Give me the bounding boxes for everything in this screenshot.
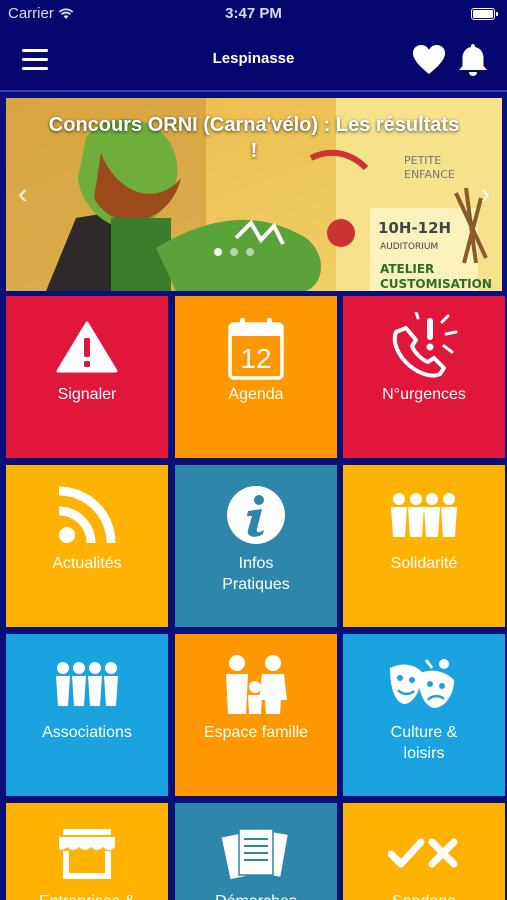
family-icon [226,655,287,714]
tile-culture-loisirs[interactable]: Culture & loisirs [343,634,505,796]
tile-label: Infos Pratiques [181,553,331,595]
tile-urgences[interactable]: N°urgences [343,296,505,458]
carousel-headline[interactable]: Concours ORNI (Carna'vélo) : Les résulta… [46,112,462,164]
carousel-dot[interactable] [214,248,222,256]
tile-infos-pratiques[interactable]: Infos Pratiques [175,465,337,627]
tile-label-line: Culture & [390,724,458,741]
tile-label: Associations [42,724,132,741]
theatre-masks-icon [390,659,454,708]
tile-sondage[interactable]: Sondage [343,803,505,900]
tile-label: N°urgences [382,386,466,403]
check-cross-icon [388,838,458,868]
battery-icon [471,8,498,20]
info-icon [227,486,285,544]
calendar-day-number: 12 [240,343,271,374]
favorites-heart-icon[interactable] [412,44,446,76]
navigation-bar: Lespinasse [0,28,507,92]
carousel-prev-chevron-icon[interactable]: ‹ [18,180,27,208]
svg-text:ATELIER: ATELIER [380,262,434,276]
status-bar: Carrier 3:47 PM [0,0,507,28]
documents-icon [221,827,290,881]
people-icon [391,493,457,537]
tile-label: Démarches [181,891,331,900]
carousel-pagination [214,248,254,256]
hamburger-icon-line [22,67,48,70]
shop-icon [59,829,115,879]
carousel-next-chevron-icon[interactable]: › [481,180,490,208]
svg-text:CUSTOMISATION: CUSTOMISATION [380,277,492,291]
tile-label: Culture & loisirs [349,722,499,764]
tile-solidarite[interactable]: Solidarité [343,465,505,627]
tile-associations[interactable]: Associations [6,634,168,796]
tile-label: Solidarité [390,555,458,572]
notifications-bell-icon[interactable] [455,42,491,78]
tile-label-line: Pratiques [222,576,290,593]
tile-label: Sondage [349,891,499,900]
tile-entreprises[interactable]: Entreprises & [6,803,168,900]
tile-label-line: Infos [238,555,274,572]
svg-text:10H-12H: 10H-12H [378,219,451,237]
svg-text:ENFANCE: ENFANCE [404,168,455,181]
group-icon [56,662,118,706]
tile-label-line: loisirs [403,745,445,762]
tile-espace-famille[interactable]: Espace famille [175,634,337,796]
tile-agenda[interactable]: 12 Agenda [175,296,337,458]
tile-label: Signaler [57,386,117,403]
calendar-icon: 12 [228,318,284,380]
tile-label: Agenda [228,386,284,403]
emergency-phone-icon [392,312,458,378]
rss-icon [58,486,116,544]
news-carousel[interactable]: 10H-12H AUDITORIUM ATELIER CUSTOMISATION… [6,98,502,291]
carousel-dot[interactable] [246,248,254,256]
tile-actualites[interactable]: Actualités [6,465,168,627]
svg-text:AUDITORIUM: AUDITORIUM [380,242,438,252]
tile-signaler[interactable]: Signaler [6,296,168,458]
clock: 3:47 PM [225,5,282,22]
warning-icon [56,321,118,373]
carousel-dot[interactable] [230,248,238,256]
tile-label: Espace famille [203,724,309,741]
tile-label: Entreprises & [12,891,162,900]
tile-demarches[interactable]: Démarches [175,803,337,900]
tile-label: Actualités [52,555,122,572]
